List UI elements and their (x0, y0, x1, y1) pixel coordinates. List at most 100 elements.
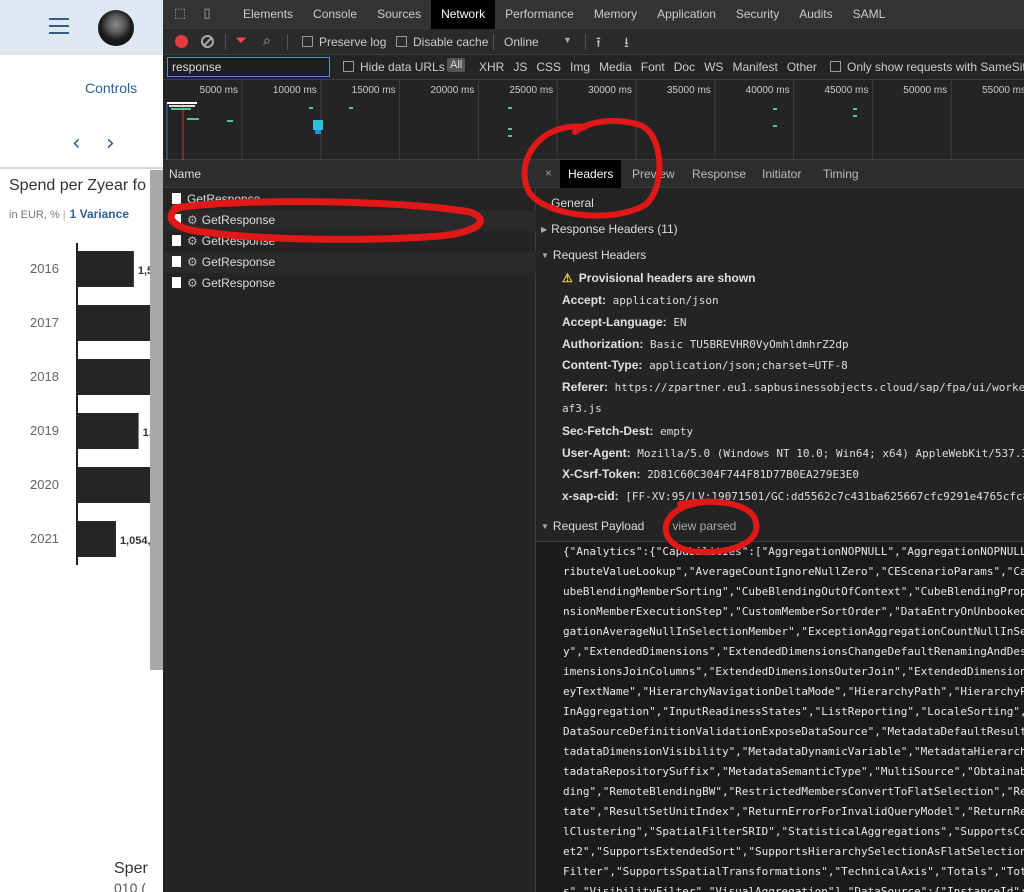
detail-tab-timing[interactable]: Timing (815, 160, 867, 188)
request-row[interactable]: ⚙ GetResponse (163, 252, 536, 273)
type-filter-css[interactable]: CSS (536, 60, 561, 74)
request-headers-toggle[interactable]: ▼ Request Headers (541, 248, 646, 262)
toolbar-divider (225, 34, 226, 50)
request-header-row: x-sap-cid: [FF-XV:95/LV:19071501/GC:dd55… (562, 489, 1024, 503)
detail-tab-preview[interactable]: Preview (624, 160, 683, 188)
header-key: Sec-Fetch-Dest: (562, 423, 654, 438)
triangle-right-icon: ▶ (541, 225, 548, 234)
chart-bar[interactable] (78, 521, 116, 557)
triangle-down-icon: ▼ (541, 251, 549, 260)
throttling-select[interactable]: Online (504, 35, 539, 49)
device-toolbar-icon[interactable]: ▯ (199, 6, 215, 22)
tab-console[interactable]: Console (303, 0, 367, 29)
header-value: empty (659, 424, 694, 438)
header-key: Accept-Language: (562, 314, 667, 329)
chart-category-label: 2016 (30, 261, 59, 276)
chart-bar[interactable] (78, 413, 139, 449)
filter-icon[interactable]: ⏷ (235, 32, 247, 49)
request-header-row: Referer: https://zpartner.eu1.sapbusines… (562, 380, 1024, 394)
request-row[interactable]: ⚙ GetResponse (163, 231, 536, 252)
disable-cache-checkbox[interactable]: Disable cache (396, 35, 488, 49)
hamburger-menu-icon[interactable] (49, 18, 69, 34)
checkbox-box (396, 36, 407, 47)
tab-audits[interactable]: Audits (789, 0, 842, 29)
controls-label[interactable]: Controls (85, 80, 137, 96)
type-filters: XHR JS CSS Img Media Font Doc WS Manifest Other (479, 60, 826, 74)
record-icon[interactable] (175, 35, 188, 48)
same-site-checkbox[interactable]: Only show requests with SameSite (830, 60, 1024, 74)
preserve-log-label: Preserve log (319, 35, 387, 49)
tab-security[interactable]: Security (726, 0, 789, 29)
chevron-right-icon[interactable]: › (106, 131, 115, 157)
type-filter-media[interactable]: Media (599, 60, 632, 74)
inspect-element-icon[interactable]: ⬚ (172, 6, 188, 22)
payload-line: ding","RemoteBlendingBW","RestrictedMemb… (563, 785, 1024, 798)
import-har-icon[interactable]: ⭱ (596, 32, 601, 56)
search-icon[interactable]: ⌕ (263, 32, 271, 49)
type-filter-font[interactable]: Font (641, 60, 665, 74)
payload-line: {"Analytics":{"Capabilities":["Aggregati… (563, 545, 1024, 558)
chevron-left-icon[interactable]: ‹ (72, 131, 81, 157)
tab-saml[interactable]: SAML (843, 0, 896, 29)
type-filter-ws[interactable]: WS (704, 60, 723, 74)
preserve-log-checkbox[interactable]: Preserve log (302, 35, 386, 49)
request-header-row: Authorization: Basic TU5BREVHR0VyOmhldmh… (562, 337, 849, 351)
tab-elements[interactable]: Elements (233, 0, 303, 29)
tab-network[interactable]: Network (431, 0, 496, 29)
export-har-icon[interactable]: ⭳ (624, 32, 629, 56)
tab-memory[interactable]: Memory (584, 0, 647, 29)
warning-icon: ⚠ (562, 271, 573, 285)
close-icon[interactable]: × (545, 166, 552, 180)
timeline-tick-label: 10000 ms (273, 85, 317, 96)
request-payload-toggle[interactable]: ▼ Request Payload view parsed (541, 519, 736, 533)
request-row[interactable]: ⚙ GetResponse (163, 210, 536, 231)
type-filter-js[interactable]: JS (513, 60, 527, 74)
request-row[interactable]: ⚙ GetResponse (163, 273, 536, 294)
tab-application[interactable]: Application (647, 0, 726, 29)
request-header-row: Accept-Language: EN (562, 315, 687, 329)
general-section-toggle[interactable]: ▶ General (541, 196, 594, 210)
disable-cache-label: Disable cache (413, 35, 489, 49)
clear-icon[interactable] (201, 35, 214, 48)
detail-tab-initiator[interactable]: Initiator (754, 160, 809, 188)
type-filter-all[interactable]: All (447, 58, 466, 72)
hide-data-urls-checkbox[interactable]: Hide data URLs (343, 60, 445, 74)
variance-link[interactable]: 1 Variance (70, 207, 129, 221)
payload-line: nsionMemberExecutionStep","CustomMemberS… (563, 605, 1024, 618)
toolbar-divider (287, 34, 288, 50)
filter-input[interactable]: response (167, 57, 330, 77)
tab-performance[interactable]: Performance (495, 0, 584, 29)
chart-subtitle-divider: | (62, 209, 66, 221)
user-avatar[interactable] (98, 10, 134, 46)
type-filter-img[interactable]: Img (570, 60, 590, 74)
payload-line: y","ExtendedDimensions","ExtendedDimensi… (563, 645, 1024, 658)
type-filter-manifest[interactable]: Manifest (732, 60, 777, 74)
timeline-request-bar (508, 107, 512, 109)
triangle-right-icon: ▶ (541, 199, 548, 208)
request-row[interactable]: GetResponse (163, 189, 536, 210)
detail-tab-headers[interactable]: Headers (560, 160, 622, 188)
chart-category-label: 2018 (30, 369, 59, 384)
dropdown-arrow-icon[interactable]: ▼ (563, 35, 572, 45)
chart-bar[interactable] (78, 305, 150, 341)
chart-bar[interactable] (78, 359, 158, 395)
request-header-row: af3.js (562, 402, 602, 415)
timeline-request-bar (315, 130, 321, 134)
timeline-request-bar (853, 108, 857, 110)
request-payload-source[interactable]: {"Analytics":{"Capabilities":["Aggregati… (536, 541, 1024, 892)
view-parsed-link[interactable]: view parsed (672, 519, 736, 533)
scrollbar[interactable] (150, 170, 163, 670)
triangle-down-icon: ▼ (541, 522, 549, 531)
tab-sources[interactable]: Sources (367, 0, 431, 29)
detail-tab-response[interactable]: Response (684, 160, 754, 188)
chart-bar[interactable] (78, 251, 134, 287)
type-filter-doc[interactable]: Doc (674, 60, 695, 74)
sap-app-pane: Controls ‹ › Spend per Zyear fo in EUR, … (0, 0, 163, 892)
chart-category-label: 2019 (30, 423, 59, 438)
name-column-header[interactable]: Name (163, 160, 536, 188)
header-value: 2D81C60C304F744F81D77B0EA279E3E0 (647, 468, 859, 482)
type-filter-xhr[interactable]: XHR (479, 60, 504, 74)
type-filter-other[interactable]: Other (787, 60, 817, 74)
response-headers-toggle[interactable]: ▶ Response Headers (11) (541, 222, 678, 236)
network-overview-timeline[interactable]: 5000 ms 10000 ms 15000 ms 20000 ms 25000 ms 3… (163, 80, 1024, 160)
